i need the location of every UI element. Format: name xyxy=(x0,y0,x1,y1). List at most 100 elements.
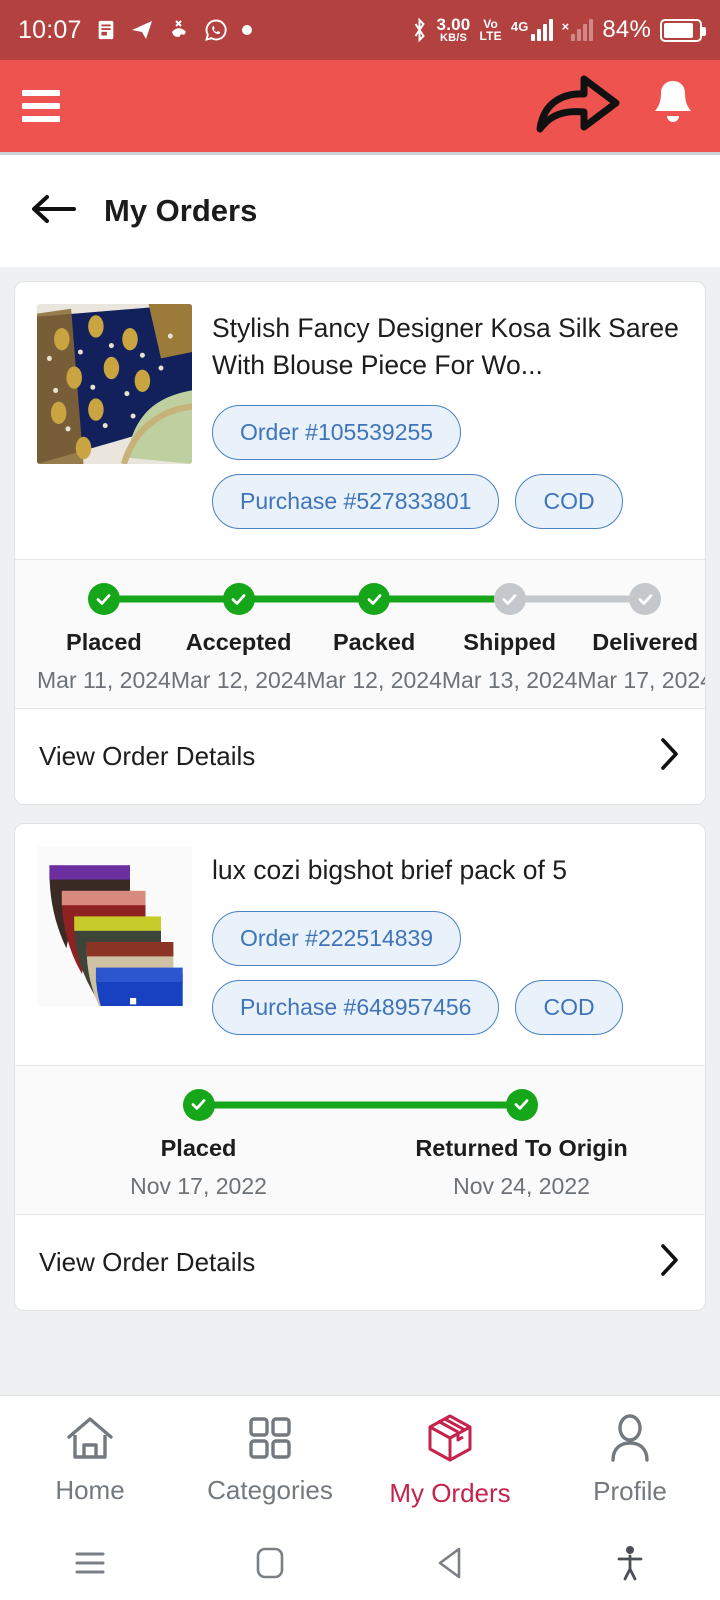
nav-item-my-orders[interactable]: My Orders xyxy=(360,1412,540,1509)
order-chip-row: Order #105539255 xyxy=(212,405,462,461)
product-title: lux cozi bigshot brief pack of 5 xyxy=(212,855,567,886)
sim2-no-service-label: × xyxy=(561,19,570,34)
hamburger-menu-icon[interactable] xyxy=(22,90,60,122)
payment-method-chip[interactable]: COD xyxy=(515,979,623,1035)
purchase-chip-row: Purchase #527833801 COD xyxy=(212,474,623,530)
purchase-id-chip[interactable]: Purchase #527833801 xyxy=(212,474,500,530)
battery-icon xyxy=(660,18,706,42)
tracker-step: Placed Nov 17, 2022 xyxy=(37,1088,522,1200)
app-bar xyxy=(0,60,720,155)
tracker-step-date: Mar 13, 2024 xyxy=(441,667,578,694)
orders-list: Stylish Fancy Designer Kosa Silk Saree W… xyxy=(0,267,720,1343)
tracker-step-label: Delivered xyxy=(592,629,699,656)
tracker-connector xyxy=(238,595,375,603)
tracker-step-date: Mar 12, 2024 xyxy=(170,667,307,694)
check-circle-icon xyxy=(505,1088,538,1121)
purchase-chip-row: Purchase #648957456 COD xyxy=(212,979,623,1035)
briefs-thumbnail[interactable] xyxy=(37,846,192,1007)
check-circle-icon xyxy=(182,1088,215,1121)
order-chips: Order #105539255 Purchase #527833801 COD xyxy=(212,405,683,530)
tracker-step-label: Placed xyxy=(160,1134,237,1161)
status-bar-left: 10:07 xyxy=(18,16,253,45)
grid-icon xyxy=(247,1415,293,1466)
tracker-step-label: Returned To Origin xyxy=(415,1134,628,1161)
dot-icon xyxy=(241,24,253,36)
network-speed-value: 3.00 xyxy=(436,15,471,34)
signal-indicator-sim1: 4G xyxy=(511,19,553,41)
saree-thumbnail[interactable] xyxy=(37,304,192,464)
share-arrow-icon[interactable] xyxy=(532,73,622,140)
tracker-step-label: Accepted xyxy=(185,629,292,656)
tracker-connector xyxy=(374,595,510,603)
product-title: Stylish Fancy Designer Kosa Silk Saree W… xyxy=(212,313,679,380)
notes-icon xyxy=(95,19,117,41)
order-summary: lux cozi bigshot brief pack of 5 Order #… xyxy=(15,824,705,1065)
nav-item-profile[interactable]: Profile xyxy=(540,1414,720,1507)
box-icon xyxy=(424,1412,476,1469)
tracker-step-label: Placed xyxy=(66,629,142,656)
order-status-tracker: Placed Mar 11, 2024 Accepted Mar 12, 202… xyxy=(15,559,706,710)
chevron-right-icon[interactable] xyxy=(659,1243,681,1282)
order-id-chip[interactable]: Order #222514839 xyxy=(212,910,462,966)
tracker-step-label: Packed xyxy=(332,629,416,656)
view-order-details-label: View Order Details xyxy=(39,741,256,772)
nav-label-home: Home xyxy=(55,1475,125,1505)
order-card[interactable]: Stylish Fancy Designer Kosa Silk Saree W… xyxy=(14,281,706,806)
check-circle-icon xyxy=(629,583,662,616)
tracker-step: Placed Mar 11, 2024 xyxy=(37,582,238,694)
android-navigation-bar xyxy=(0,1525,720,1600)
order-info: lux cozi bigshot brief pack of 5 Order #… xyxy=(212,846,683,1035)
nav-item-categories[interactable]: Categories xyxy=(180,1415,360,1506)
network-speed-unit: KB/S xyxy=(439,32,468,44)
tracker-connector xyxy=(509,595,646,603)
tracker-steps: Placed Nov 17, 2022 Returned To Origin N… xyxy=(15,1088,705,1200)
recents-menu-icon[interactable] xyxy=(0,1549,180,1577)
tracker-step-date: Nov 24, 2022 xyxy=(453,1172,590,1199)
signal-bars-dim-icon xyxy=(571,19,594,41)
view-order-details-row[interactable]: View Order Details xyxy=(15,709,705,805)
accessibility-icon[interactable] xyxy=(540,1545,720,1581)
back-arrow-icon[interactable] xyxy=(30,192,76,231)
page-title: My Orders xyxy=(104,193,258,228)
order-status-tracker: Placed Nov 17, 2022 Returned To Origin N… xyxy=(15,1064,705,1215)
order-id-chip[interactable]: Order #105539255 xyxy=(212,405,462,461)
nav-label-my-orders: My Orders xyxy=(389,1478,511,1508)
status-bar-right: 3.00 KB/S Vo LTE 4G × 84% xyxy=(411,15,706,44)
battery-percent-label: 84% xyxy=(602,16,651,43)
missed-call-icon xyxy=(167,18,191,42)
payment-method-chip[interactable]: COD xyxy=(515,474,623,530)
status-bar-clock: 10:07 xyxy=(18,15,82,44)
tracker-step-date: Mar 17, 2024 xyxy=(577,667,706,694)
check-circle-icon xyxy=(358,583,391,616)
back-triangle-icon[interactable] xyxy=(360,1546,540,1580)
bluetooth-icon xyxy=(411,17,428,43)
tracker-connector xyxy=(103,595,238,603)
home-square-icon[interactable] xyxy=(180,1546,360,1580)
purchase-id-chip[interactable]: Purchase #648957456 xyxy=(212,979,500,1035)
tracker-step-date: Mar 11, 2024 xyxy=(37,667,171,694)
order-chips: Order #222514839 Purchase #648957456 COD xyxy=(212,910,683,1035)
check-circle-icon xyxy=(222,583,255,616)
view-order-details-row[interactable]: View Order Details xyxy=(15,1214,705,1310)
network-type-label: 4G xyxy=(510,19,529,34)
android-status-bar: 10:07 3.00 KB/S Vo LTE 4G × 84% xyxy=(0,0,720,60)
check-circle-icon xyxy=(493,583,526,616)
view-order-details-label: View Order Details xyxy=(39,1246,256,1277)
signal-bars-icon xyxy=(530,19,553,41)
check-circle-icon xyxy=(87,583,120,616)
order-chip-row: Order #222514839 xyxy=(212,910,462,966)
tracker-step-label: Shipped xyxy=(463,629,556,656)
nav-item-home[interactable]: Home xyxy=(0,1415,180,1506)
tracker-connector xyxy=(198,1101,522,1109)
signal-indicator-sim2: × xyxy=(562,19,594,41)
chevron-right-icon[interactable] xyxy=(659,737,681,776)
tracker-step-date: Nov 17, 2022 xyxy=(130,1172,267,1199)
order-card[interactable]: lux cozi bigshot brief pack of 5 Order #… xyxy=(14,823,706,1311)
page-title-bar: My Orders xyxy=(0,155,720,267)
nav-label-categories: Categories xyxy=(207,1475,333,1505)
bell-icon[interactable] xyxy=(648,77,698,136)
whatsapp-icon xyxy=(204,18,228,42)
tracker-step-date: Mar 12, 2024 xyxy=(306,667,442,694)
order-info: Stylish Fancy Designer Kosa Silk Saree W… xyxy=(212,304,683,530)
home-icon xyxy=(65,1415,115,1466)
